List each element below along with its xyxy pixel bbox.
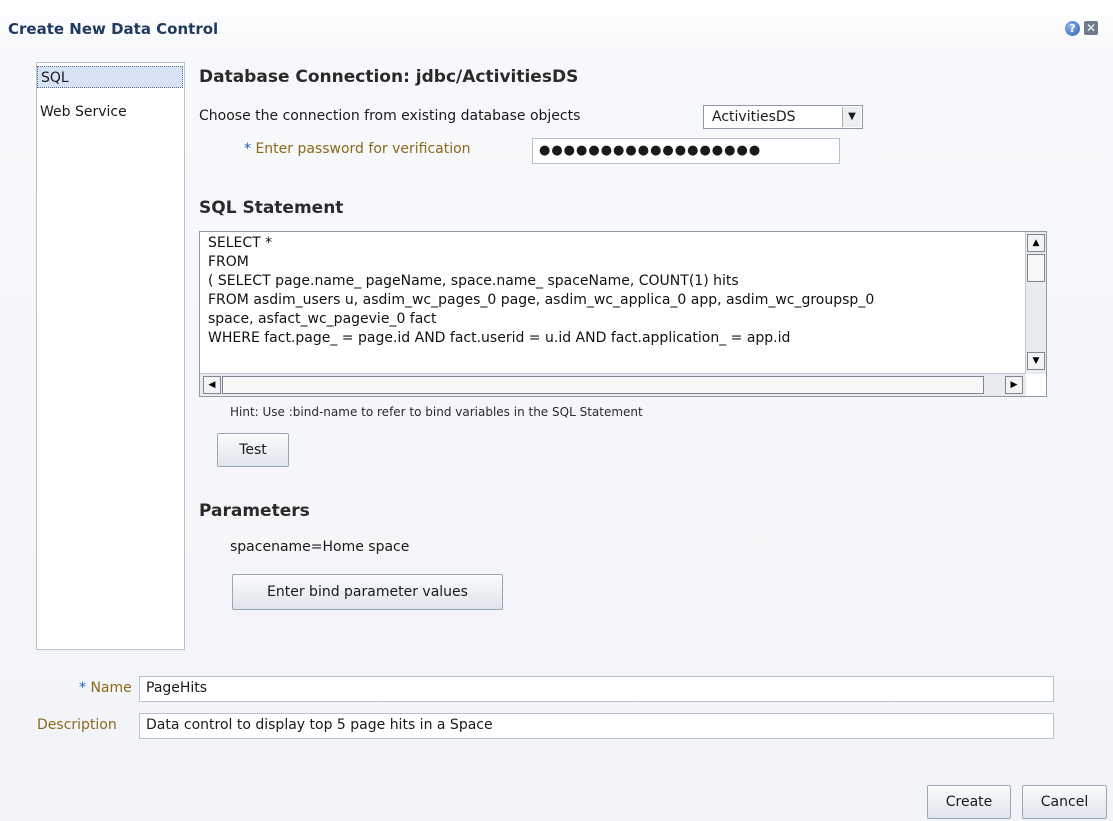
- name-label: * Name: [79, 680, 132, 696]
- nav-item-sql[interactable]: SQL: [37, 66, 183, 88]
- close-icon[interactable]: ✕: [1084, 21, 1098, 35]
- name-field[interactable]: PageHits: [139, 676, 1054, 702]
- create-button[interactable]: Create: [927, 785, 1011, 819]
- connection-heading: Database Connection: jdbc/ActivitiesDS: [199, 67, 579, 87]
- dialog-title: Create New Data Control: [8, 20, 219, 38]
- sql-line: SELECT *: [208, 235, 273, 251]
- connection-select-value: ActivitiesDS: [712, 109, 796, 125]
- create-data-control-dialog: Create New Data Control ? ✕ SQL Web Serv…: [0, 0, 1113, 821]
- parameters-value: spacename=Home space: [230, 539, 410, 555]
- sql-line: FROM asdim_users u, asdim_wc_pages_0 pag…: [208, 292, 875, 308]
- password-label-text: Enter password for verification: [255, 141, 471, 157]
- sql-statement-textarea[interactable]: SELECT * FROM ( SELECT page.name_ pageNa…: [199, 231, 1047, 397]
- required-star: *: [79, 680, 86, 696]
- sql-heading: SQL Statement: [199, 198, 344, 218]
- sql-line: WHERE fact.page_ = page.id AND fact.user…: [208, 330, 791, 346]
- description-label: Description: [37, 717, 117, 733]
- scroll-up-icon[interactable]: ▲: [1027, 234, 1045, 252]
- vertical-scroll-thumb[interactable]: [1027, 254, 1045, 282]
- horizontal-scroll-thumb[interactable]: [222, 376, 984, 394]
- test-button[interactable]: Test: [217, 433, 289, 467]
- scroll-down-icon[interactable]: ▼: [1027, 352, 1045, 370]
- choose-connection-label: Choose the connection from existing data…: [199, 108, 581, 124]
- password-field[interactable]: ●●●●●●●●●●●●●●●●●●: [532, 138, 840, 164]
- nav-item-web-service[interactable]: Web Service: [37, 101, 183, 123]
- description-field-value: Data control to display top 5 page hits …: [146, 717, 493, 733]
- vertical-scrollbar[interactable]: ▲ ▼: [1025, 232, 1046, 374]
- scroll-right-icon[interactable]: ▶: [1005, 376, 1023, 394]
- name-label-text: Name: [90, 680, 132, 696]
- password-mask: ●●●●●●●●●●●●●●●●●●: [539, 143, 762, 158]
- sql-line: ( SELECT page.name_ pageName, space.name…: [208, 273, 739, 289]
- scroll-left-icon[interactable]: ◀: [203, 376, 221, 394]
- enter-bind-parameters-button[interactable]: Enter bind parameter values: [232, 574, 503, 610]
- sql-line: space, asfact_wc_pagevie_0 fact: [208, 311, 437, 327]
- name-field-value: PageHits: [146, 680, 208, 696]
- cancel-button[interactable]: Cancel: [1022, 785, 1107, 819]
- password-label: * Enter password for verification: [244, 141, 471, 157]
- chevron-down-icon[interactable]: ▼: [842, 107, 861, 127]
- required-star: *: [244, 141, 251, 157]
- parameters-heading: Parameters: [199, 501, 310, 521]
- description-field[interactable]: Data control to display top 5 page hits …: [139, 713, 1054, 739]
- horizontal-scrollbar[interactable]: ◀ ▶: [200, 373, 1026, 396]
- sql-hint: Hint: Use :bind-name to refer to bind va…: [230, 405, 643, 419]
- sql-line: FROM: [208, 254, 249, 270]
- source-type-list: SQL Web Service: [36, 62, 185, 650]
- help-icon[interactable]: ?: [1065, 21, 1080, 36]
- connection-select[interactable]: ActivitiesDS ▼: [703, 105, 863, 129]
